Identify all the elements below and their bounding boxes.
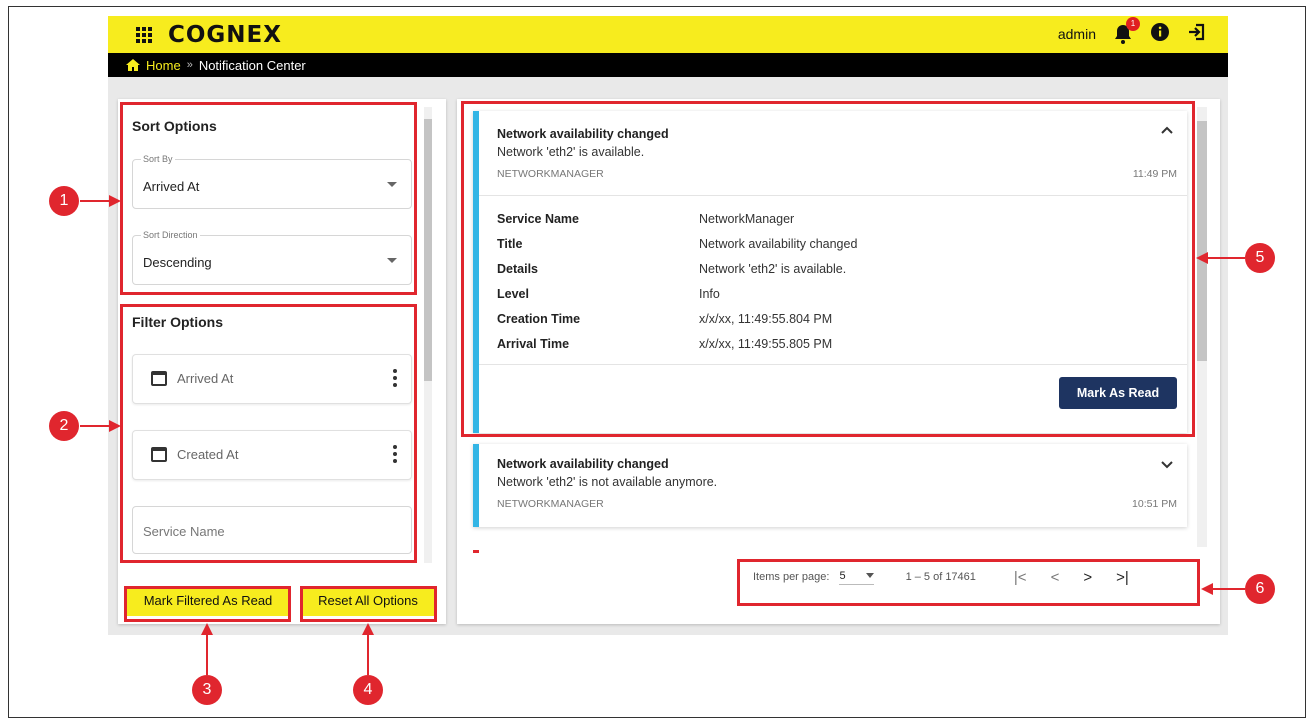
notification-source: NETWORKMANAGER [497,498,604,510]
callout-arrow-4 [367,628,369,675]
arrow-head-icon [201,623,213,635]
options-scrollbar[interactable] [424,107,432,563]
callout-box-sort [120,102,417,295]
callout-marker-4: 4 [353,675,383,705]
bell-icon[interactable]: 1 [1112,16,1140,45]
callout-box-mark-filtered [124,586,291,622]
callout-box-notification [461,101,1195,437]
breadcrumb-current: Notification Center [198,57,306,73]
arrow-head-icon [1196,252,1208,264]
callout-marker-1: 1 [49,186,79,216]
callout-box-reset [300,586,437,622]
home-icon [126,59,140,71]
breadcrumb-separator: » [186,59,193,71]
notification-badge: 1 [1126,16,1140,31]
user-name[interactable]: admin [1058,26,1096,42]
options-scrollbar-thumb[interactable] [424,119,432,381]
breadcrumb-home-label: Home [146,57,181,73]
arrow-head-icon [1201,583,1213,595]
notifications-scrollbar-thumb[interactable] [1197,121,1207,361]
arrow-head-icon [362,623,374,635]
chevron-down-icon[interactable] [1161,458,1173,472]
next-notification-edge [473,550,479,553]
callout-box-paginator [737,559,1200,606]
notification-time: 10:51 PM [1132,498,1177,510]
callout-marker-6: 6 [1245,574,1275,604]
callout-box-filter [120,304,417,563]
logout-icon[interactable] [1186,22,1206,45]
notification-message: Network 'eth2' is not available anymore. [497,475,718,489]
callout-marker-2: 2 [49,411,79,441]
callout-arrow-3 [206,628,208,675]
notifications-scrollbar[interactable] [1197,107,1207,547]
notification-card[interactable]: Network availability changed Network 'et… [473,444,1187,527]
brand: COGNEX [136,22,282,48]
breadcrumb: Home » Notification Center [108,53,1228,77]
breadcrumb-home[interactable]: Home [126,58,181,73]
info-icon[interactable] [1150,22,1170,45]
brand-logo: COGNEX [168,22,283,48]
arrow-head-icon [109,195,121,207]
callout-marker-5: 5 [1245,243,1275,273]
arrow-head-icon [109,420,121,432]
top-bar: COGNEX admin 1 [108,16,1228,53]
notification-title: Network availability changed [497,457,669,471]
callout-marker-3: 3 [192,675,222,705]
apps-grid-icon[interactable] [136,27,152,43]
top-right-controls: admin 1 [1058,16,1206,45]
